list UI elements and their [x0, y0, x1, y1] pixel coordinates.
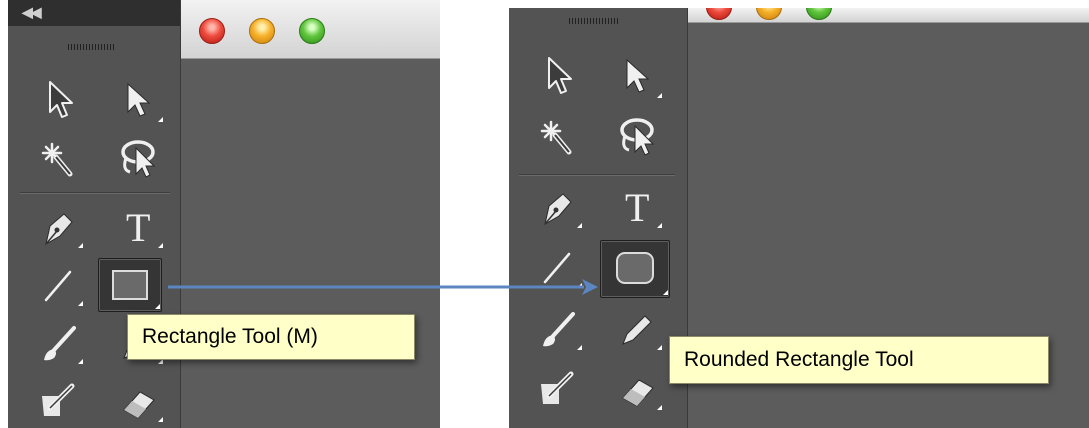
submenu-indicator — [78, 359, 83, 364]
line-segment-tool[interactable] — [535, 244, 583, 290]
panel-grip[interactable] — [569, 18, 619, 24]
arrow-outline-icon — [548, 57, 572, 94]
submenu-indicator — [158, 243, 163, 248]
rounded-rectangle-icon — [616, 252, 654, 284]
eraser-tool[interactable] — [116, 378, 164, 424]
tools-panel: T — [509, 8, 688, 428]
eraser-tool[interactable] — [615, 366, 663, 412]
tool-separator — [20, 192, 170, 194]
minimize-button[interactable] — [756, 8, 782, 20]
panel-collapse-bar[interactable]: ◀◀ — [8, 0, 180, 26]
line-icon — [44, 270, 72, 302]
selection-tool[interactable] — [535, 54, 583, 100]
lasso-tool[interactable] — [116, 136, 164, 182]
paintbrush-icon — [44, 326, 76, 361]
type-tool[interactable]: T — [615, 184, 663, 230]
magic-wand-tool[interactable] — [535, 114, 583, 160]
double-chevron-left-icon[interactable]: ◀◀ — [22, 4, 41, 21]
pen-tool[interactable] — [36, 204, 84, 250]
panel-grip[interactable] — [68, 44, 116, 50]
submenu-indicator — [158, 117, 163, 122]
shaper-tool[interactable] — [535, 366, 583, 412]
paintbrush-icon — [543, 312, 575, 347]
magic-wand-icon — [41, 142, 73, 177]
pencil-icon — [622, 315, 652, 345]
tools-panel: ◀◀ T — [8, 0, 181, 428]
magic-wand-icon — [540, 120, 572, 155]
shaper-tool[interactable] — [36, 378, 84, 424]
close-button[interactable] — [199, 18, 225, 44]
right-screenshot: T Rounded Rectangle Tool — [509, 8, 1089, 428]
window-titlebar[interactable] — [181, 0, 440, 59]
submenu-indicator — [657, 345, 662, 350]
lasso-tool[interactable] — [615, 114, 663, 160]
eraser-icon — [622, 379, 654, 407]
type-icon: T — [126, 205, 151, 250]
rectangle-tool-tooltip: Rectangle Tool (M) — [127, 314, 415, 360]
submenu-indicator — [155, 304, 160, 309]
submenu-indicator — [663, 290, 668, 295]
submenu-indicator — [577, 345, 582, 350]
window-titlebar[interactable] — [688, 8, 1089, 23]
submenu-indicator — [78, 243, 83, 248]
direct-selection-tool[interactable] — [615, 54, 663, 100]
close-button[interactable] — [706, 8, 732, 20]
pen-icon — [45, 213, 73, 245]
submenu-indicator — [577, 283, 582, 288]
submenu-indicator — [577, 223, 582, 228]
line-icon — [543, 252, 571, 284]
lasso-icon — [620, 118, 655, 156]
minimize-button[interactable] — [249, 18, 275, 44]
submenu-indicator — [78, 301, 83, 306]
left-screenshot: ◀◀ T Rectangle Tool (M) — [0, 0, 440, 428]
shaper-icon — [541, 371, 574, 404]
lasso-icon — [121, 140, 156, 178]
pen-icon — [544, 193, 572, 225]
rounded-rectangle-tool[interactable] — [600, 240, 670, 298]
rectangle-tool[interactable] — [98, 258, 162, 312]
direct-selection-tool[interactable] — [116, 78, 164, 124]
type-icon: T — [625, 185, 650, 230]
pencil-tool[interactable] — [615, 306, 663, 352]
selection-tool[interactable] — [36, 78, 84, 124]
magic-wand-tool[interactable] — [36, 136, 84, 182]
zoom-button[interactable] — [806, 8, 832, 20]
rectangle-icon — [112, 270, 148, 300]
arrow-outline-icon — [49, 81, 73, 118]
line-segment-tool[interactable] — [36, 262, 84, 308]
tool-separator — [519, 174, 675, 176]
pen-tool[interactable] — [535, 184, 583, 230]
submenu-indicator — [158, 417, 163, 422]
zoom-button[interactable] — [299, 18, 325, 44]
eraser-icon — [123, 391, 155, 419]
type-tool[interactable]: T — [116, 204, 164, 250]
document-window — [181, 0, 440, 428]
paintbrush-tool[interactable] — [535, 306, 583, 352]
submenu-indicator — [657, 223, 662, 228]
rounded-rectangle-tool-tooltip: Rounded Rectangle Tool — [669, 336, 1049, 384]
paintbrush-tool[interactable] — [36, 320, 84, 366]
submenu-indicator — [657, 93, 662, 98]
arrow-filled-icon — [127, 82, 151, 117]
arrow-filled-icon — [626, 58, 650, 93]
submenu-indicator — [657, 405, 662, 410]
shaper-icon — [42, 383, 75, 416]
